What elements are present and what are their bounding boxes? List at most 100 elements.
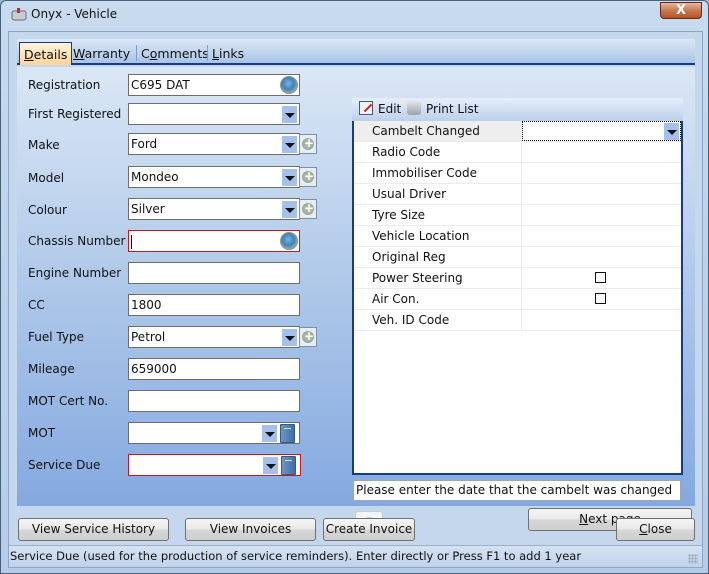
tab-warranty[interactable]: Warranty — [69, 42, 134, 65]
grid-row-value[interactable] — [522, 226, 681, 246]
grid-row-value[interactable] — [522, 205, 681, 225]
grid-row-value[interactable] — [522, 142, 681, 162]
add-model-button[interactable] — [299, 167, 317, 187]
grid-row-name: Cambelt Changed — [354, 121, 522, 141]
grid-row[interactable]: Air Con. — [354, 289, 681, 310]
colour-label: Colour — [28, 203, 67, 217]
tab-links[interactable]: Links — [208, 42, 248, 65]
grid-row[interactable]: Original Reg — [354, 247, 681, 268]
mot-date-picker[interactable] — [128, 422, 300, 444]
tab-details[interactable]: Details — [19, 42, 73, 65]
grid-row[interactable]: Usual Driver — [354, 184, 681, 205]
tab-accel: W — [73, 46, 85, 61]
window-title: Onyx - Vehicle — [31, 7, 118, 21]
grid-row-name: Tyre Size — [354, 205, 522, 225]
grid-row-value[interactable] — [522, 247, 681, 267]
colour-dropdown[interactable]: Silver — [128, 198, 300, 220]
service-due-label: Service Due — [28, 458, 101, 472]
fuel-type-dropdown[interactable]: Petrol — [128, 326, 300, 348]
mot-label: MOT — [28, 426, 56, 440]
registration-field[interactable]: C695 DAT — [128, 74, 300, 96]
chevron-down-icon[interactable] — [282, 201, 297, 218]
first-registered-label: First Registered — [28, 107, 122, 121]
grid-row-value[interactable] — [522, 121, 681, 141]
grid-row[interactable]: Cambelt Changed — [354, 121, 681, 142]
resize-grip-icon[interactable] — [688, 554, 698, 564]
add-fuel-type-button[interactable] — [299, 327, 317, 347]
view-invoices-button[interactable]: View Invoices — [185, 518, 316, 541]
grid-row-name: Original Reg — [354, 247, 522, 267]
app-icon — [11, 8, 27, 21]
chevron-down-icon[interactable] — [282, 106, 297, 123]
view-service-history-button[interactable]: View Service History — [18, 518, 169, 541]
chevron-down-icon[interactable] — [282, 169, 297, 186]
checkbox[interactable] — [595, 272, 606, 283]
edit-icon[interactable] — [359, 101, 373, 115]
status-bar: Service Due (used for the production of … — [9, 545, 702, 567]
checkbox[interactable] — [595, 293, 606, 304]
model-label: Model — [28, 171, 65, 185]
mileage-label: Mileage — [28, 362, 75, 376]
status-text: Service Due (used for the production of … — [10, 549, 582, 563]
mot-cert-no-field[interactable] — [128, 390, 300, 412]
model-value: Mondeo — [131, 170, 179, 184]
grid-row[interactable]: Immobiliser Code — [354, 163, 681, 184]
make-value: Ford — [131, 137, 158, 151]
fuel-type-label: Fuel Type — [28, 330, 84, 344]
calendar-icon[interactable] — [280, 424, 295, 443]
vehicle-window: Onyx - Vehicle X Details Warranty Commen… — [0, 0, 709, 574]
details-panel: Registration C695 DAT First Registered M… — [17, 67, 695, 538]
chevron-down-icon[interactable] — [263, 457, 278, 474]
chevron-down-icon[interactable] — [282, 136, 297, 153]
print-icon[interactable] — [407, 101, 421, 115]
text-cursor — [131, 234, 132, 249]
tab-label: mments — [157, 46, 209, 61]
button-accel: C — [639, 522, 648, 536]
chassis-number-field[interactable] — [128, 230, 300, 252]
model-dropdown[interactable]: Mondeo — [128, 166, 300, 188]
fuel-type-value: Petrol — [131, 330, 166, 344]
service-due-date-picker[interactable] — [128, 454, 301, 476]
grid-row-name: Usual Driver — [354, 184, 522, 204]
tab-comments[interactable]: Comments — [137, 42, 213, 65]
chevron-down-icon[interactable] — [282, 329, 297, 346]
grid-row-value[interactable] — [522, 310, 681, 330]
cc-field[interactable]: 1800 — [128, 294, 300, 316]
grid-row-name: Immobiliser Code — [354, 163, 522, 183]
title-bar[interactable]: Onyx - Vehicle X — [1, 1, 708, 29]
mileage-value: 659000 — [131, 362, 177, 376]
grid-row-value[interactable] — [522, 163, 681, 183]
globe-lookup-icon[interactable] — [280, 232, 298, 250]
window-close-button[interactable]: X — [660, 2, 702, 19]
grid-row-name: Radio Code — [354, 142, 522, 162]
make-dropdown[interactable]: Ford — [128, 133, 300, 155]
mileage-field[interactable]: 659000 — [128, 358, 300, 380]
registration-value: C695 DAT — [131, 78, 190, 92]
grid-row[interactable]: Radio Code — [354, 142, 681, 163]
grid-row[interactable]: Power Steering — [354, 268, 681, 289]
grid-row[interactable]: Veh. ID Code — [354, 310, 681, 331]
chevron-down-icon[interactable] — [262, 425, 277, 442]
close-button[interactable]: Close — [616, 518, 695, 541]
edit-button[interactable]: Edit — [378, 102, 401, 116]
grid-row[interactable]: Tyre Size — [354, 205, 681, 226]
grid-row-value[interactable] — [522, 289, 681, 309]
property-grid[interactable]: Cambelt Changed Radio Code Immobiliser Cod… — [352, 121, 683, 475]
cc-label: CC — [28, 298, 45, 312]
engine-number-field[interactable] — [128, 262, 300, 284]
chevron-down-icon[interactable] — [664, 123, 679, 140]
grid-toolbar: Edit Print List — [352, 98, 683, 121]
add-colour-button[interactable] — [299, 199, 317, 219]
calendar-icon[interactable] — [281, 456, 296, 475]
add-make-button[interactable] — [299, 134, 317, 154]
print-list-button[interactable]: Print List — [426, 102, 478, 116]
first-registered-dropdown[interactable] — [128, 103, 300, 125]
globe-lookup-icon[interactable] — [280, 76, 298, 94]
grid-row-name: Vehicle Location — [354, 226, 522, 246]
hint-box: Please enter the date that the cambelt w… — [353, 480, 681, 501]
grid-row[interactable]: Vehicle Location — [354, 226, 681, 247]
grid-row-value[interactable] — [522, 268, 681, 288]
make-label: Make — [28, 138, 60, 152]
create-invoice-button[interactable]: Create Invoice — [323, 518, 415, 541]
grid-row-value[interactable] — [522, 184, 681, 204]
